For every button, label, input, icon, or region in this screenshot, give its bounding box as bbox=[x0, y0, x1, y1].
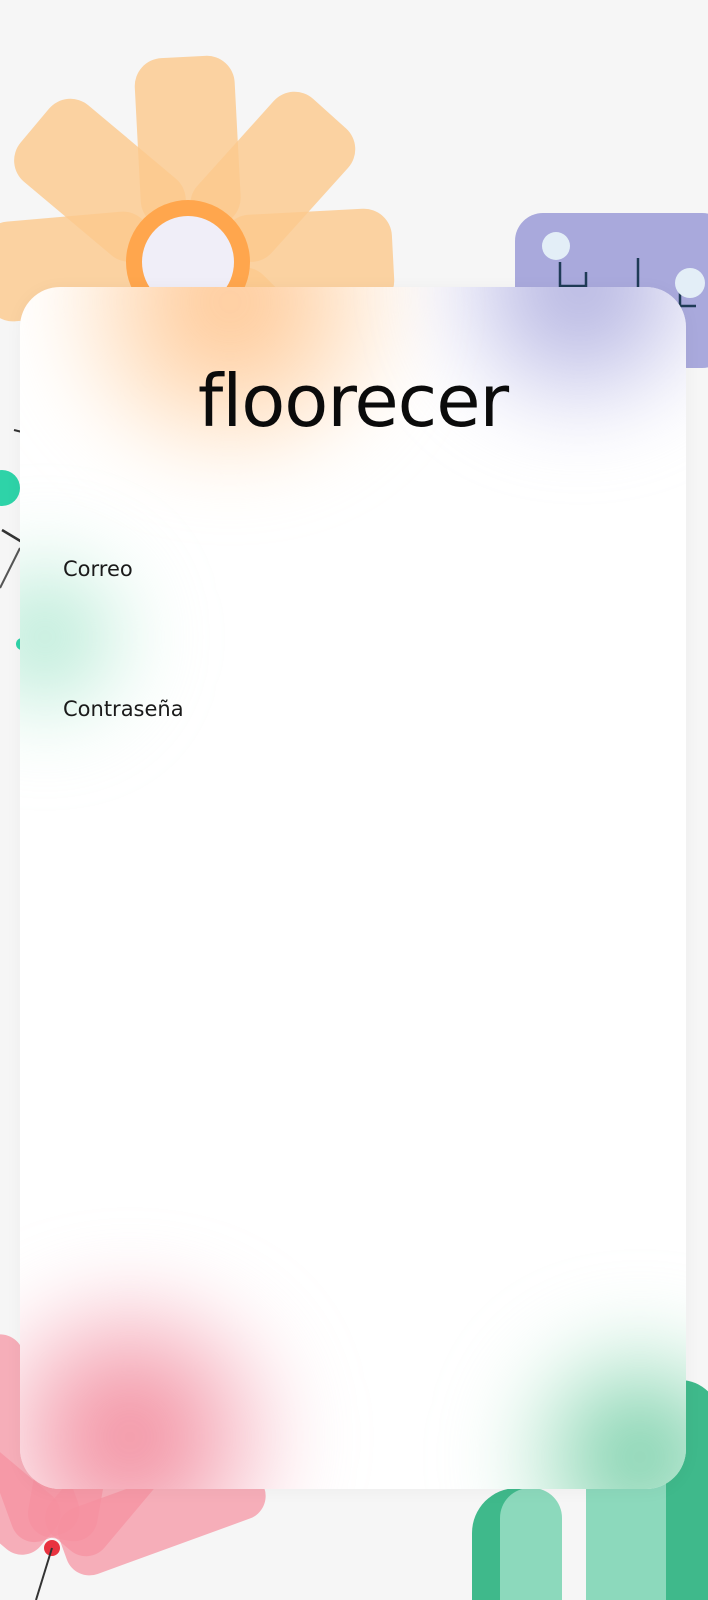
login-screen: floorecer Correo Contraseña bbox=[0, 0, 708, 1600]
teal-glow bbox=[490, 1327, 686, 1489]
login-card: floorecer Correo Contraseña bbox=[20, 287, 686, 1489]
email-label: Correo bbox=[63, 557, 133, 581]
pink-glow bbox=[20, 1287, 310, 1489]
password-field[interactable] bbox=[63, 735, 643, 783]
app-logo: floorecer bbox=[197, 359, 509, 443]
password-label: Contraseña bbox=[63, 697, 184, 721]
email-field[interactable] bbox=[63, 595, 643, 643]
